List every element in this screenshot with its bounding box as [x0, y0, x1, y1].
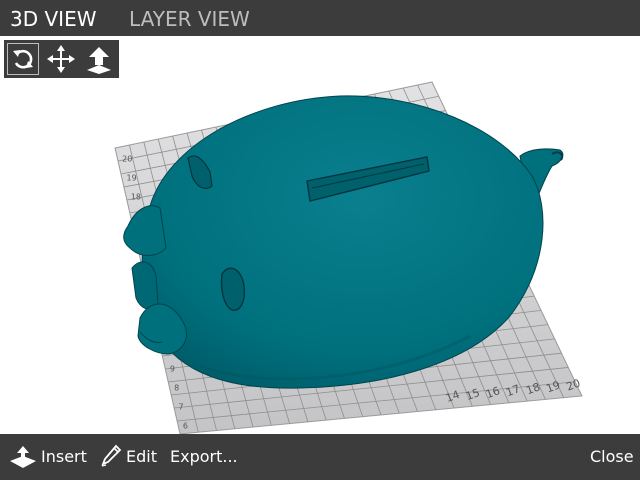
move-icon	[47, 45, 75, 73]
3d-viewport[interactable]: 20191817161514131211109876 1415161718192…	[0, 36, 640, 434]
scene: 20191817161514131211109876 1415161718192…	[114, 81, 583, 434]
tab-3d-view[interactable]: 3D VIEW	[10, 7, 96, 31]
view-toolbox	[4, 40, 119, 78]
bed-axis-label: 9	[170, 364, 175, 373]
lay-flat-icon	[87, 47, 111, 74]
bed-axis-label: 6	[183, 421, 188, 430]
lay-flat-tool-button[interactable]	[83, 43, 115, 75]
bed-axis-label: 20	[122, 155, 132, 164]
edit-button[interactable]: Edit	[100, 434, 157, 480]
move-tool-button[interactable]	[45, 43, 77, 75]
bottom-action-bar: Insert Edit Export... Close	[0, 434, 640, 480]
edit-label: Edit	[126, 447, 157, 466]
insert-button[interactable]: Insert	[8, 434, 87, 480]
insert-icon	[10, 446, 36, 468]
pencil-icon	[101, 444, 122, 467]
bed-axis-label: 8	[174, 383, 179, 392]
insert-label: Insert	[41, 447, 87, 466]
bed-axis-label: 19	[127, 174, 137, 183]
rotate-icon	[13, 49, 33, 69]
close-button[interactable]: Close	[590, 434, 634, 480]
view-tab-bar: 3D VIEW LAYER VIEW	[0, 0, 640, 36]
bed-axis-label: 18	[131, 193, 141, 202]
rotate-tool-button[interactable]	[7, 43, 39, 75]
tab-layer-view[interactable]: LAYER VIEW	[129, 7, 250, 31]
bed-axis-label: 7	[179, 402, 184, 411]
export-button[interactable]: Export...	[170, 434, 238, 480]
